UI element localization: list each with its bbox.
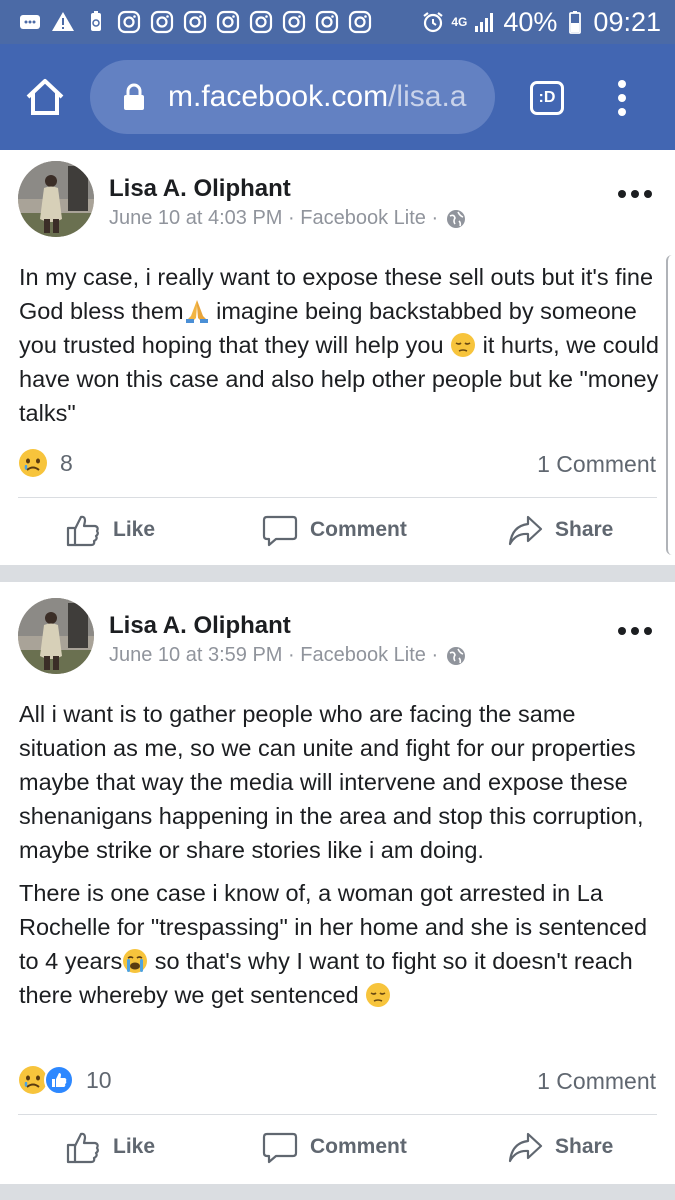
post-author[interactable]: Lisa A. Oliphant bbox=[109, 612, 291, 640]
lock-icon bbox=[124, 83, 144, 110]
post-paragraph: All i want is to gather people who are f… bbox=[19, 701, 644, 863]
post-card: Lisa A. Oliphant June 10 at 4:03 PM · Fa… bbox=[0, 150, 675, 565]
post-meta: June 10 at 3:59 PM · Facebook Lite · bbox=[109, 644, 466, 667]
post-actions: Like Comment Share bbox=[0, 500, 675, 560]
post-text: In my case, i really want to expose thes… bbox=[19, 264, 659, 426]
instagram-icon bbox=[216, 10, 240, 34]
instagram-icon bbox=[183, 10, 207, 34]
post-options-button[interactable] bbox=[618, 189, 652, 199]
signal-icon bbox=[473, 10, 497, 34]
post-actions: Like Comment Share bbox=[0, 1117, 675, 1177]
globe-icon bbox=[447, 209, 466, 228]
like-reaction-icon bbox=[44, 1065, 74, 1095]
post-meta: June 10 at 4:03 PM · Facebook Lite · bbox=[109, 207, 466, 230]
status-bar: 4G 40% 09:21 bbox=[0, 0, 675, 44]
sad-reaction-icon bbox=[18, 448, 48, 478]
reaction-count: 10 bbox=[86, 1066, 112, 1093]
praying-hands-icon bbox=[185, 300, 208, 323]
post-options-button[interactable] bbox=[618, 626, 652, 636]
thumbs-up-icon bbox=[66, 515, 99, 547]
share-button[interactable]: Share bbox=[507, 1129, 613, 1165]
instagram-icon bbox=[249, 10, 273, 34]
scrollbar[interactable] bbox=[666, 255, 675, 555]
comment-button[interactable]: Comment bbox=[262, 1129, 407, 1165]
reaction-count: 8 bbox=[60, 449, 73, 476]
browser-menu-button[interactable] bbox=[612, 80, 632, 116]
url-text: m.facebook.com/lisa.a bbox=[168, 80, 467, 113]
clock: 09:21 bbox=[593, 6, 661, 37]
post-source: Facebook Lite bbox=[300, 644, 426, 666]
post-paragraph: There is one case i know of, a woman got… bbox=[19, 880, 648, 1008]
post-timestamp[interactable]: June 10 at 3:59 PM bbox=[109, 644, 282, 667]
avatar[interactable] bbox=[18, 161, 94, 237]
battery-saver-icon bbox=[84, 10, 108, 34]
comment-count-link[interactable]: 1 Comment bbox=[537, 1068, 656, 1095]
battery-icon bbox=[563, 10, 587, 34]
reaction-summary[interactable]: 8 bbox=[18, 448, 73, 478]
notification-icons bbox=[18, 10, 372, 34]
post-source: Facebook Lite bbox=[300, 207, 426, 229]
network-type: 4G bbox=[451, 14, 468, 29]
warning-icon bbox=[51, 10, 75, 34]
tab-switcher-button[interactable]: :D bbox=[530, 81, 564, 115]
post-card: Lisa A. Oliphant June 10 at 3:59 PM · Fa… bbox=[0, 582, 675, 1184]
browser-toolbar: m.facebook.com/lisa.a :D bbox=[0, 44, 675, 150]
home-icon bbox=[26, 79, 64, 115]
share-icon bbox=[508, 515, 543, 546]
post-text: All i want is to gather people who are f… bbox=[19, 697, 659, 1012]
pensive-face-icon bbox=[451, 333, 476, 357]
home-button[interactable] bbox=[24, 78, 66, 116]
pensive-face-icon bbox=[366, 983, 391, 1007]
share-icon bbox=[508, 1132, 543, 1163]
comment-count-link[interactable]: 1 Comment bbox=[537, 451, 656, 478]
divider bbox=[18, 497, 657, 498]
alarm-icon bbox=[421, 10, 445, 34]
instagram-icon bbox=[315, 10, 339, 34]
globe-icon bbox=[447, 646, 466, 665]
post-author[interactable]: Lisa A. Oliphant bbox=[109, 175, 291, 203]
comment-icon bbox=[262, 1132, 298, 1164]
like-button[interactable]: Like bbox=[65, 1129, 155, 1165]
post-timestamp[interactable]: June 10 at 4:03 PM bbox=[109, 207, 282, 230]
system-status: 4G 40% 09:21 bbox=[421, 7, 661, 38]
instagram-icon bbox=[117, 10, 141, 34]
comment-icon bbox=[262, 515, 298, 547]
avatar[interactable] bbox=[18, 598, 94, 674]
messages-icon bbox=[18, 10, 42, 34]
share-button[interactable]: Share bbox=[507, 512, 613, 548]
instagram-icon bbox=[348, 10, 372, 34]
battery-percentage: 40% bbox=[503, 6, 558, 37]
crying-face-icon bbox=[123, 949, 148, 973]
address-bar[interactable]: m.facebook.com/lisa.a bbox=[90, 60, 495, 134]
instagram-icon bbox=[150, 10, 174, 34]
thumbs-up-icon bbox=[66, 1132, 99, 1164]
like-button[interactable]: Like bbox=[65, 512, 155, 548]
instagram-icon bbox=[282, 10, 306, 34]
divider bbox=[18, 1114, 657, 1115]
comment-button[interactable]: Comment bbox=[262, 512, 407, 548]
reaction-summary[interactable]: 10 bbox=[18, 1065, 112, 1095]
